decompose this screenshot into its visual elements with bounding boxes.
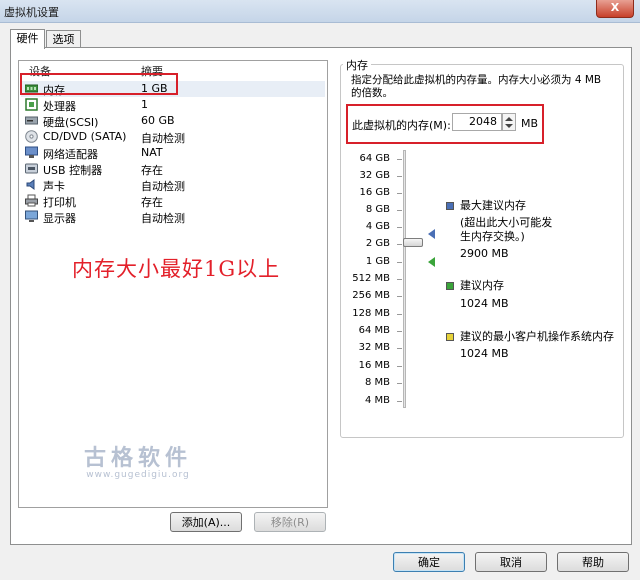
device-row-printer[interactable]: 打印机 存在 <box>21 193 325 209</box>
watermark-url: www.gugedigiu.org <box>86 470 190 480</box>
watermark: 古格软件 www.gugedigiu.org <box>83 440 193 480</box>
device-name: CD/DVD (SATA) <box>43 130 127 143</box>
memory-group-title: 内存 <box>343 57 371 73</box>
title-bar: 虚拟机设置 X <box>0 0 640 23</box>
ok-button[interactable]: 确定 <box>393 552 465 572</box>
remove-button[interactable]: 移除(R) <box>254 512 326 532</box>
max-recommended-legend-icon <box>446 202 454 210</box>
device-name: USB 控制器 <box>43 164 103 177</box>
display-icon <box>25 210 38 222</box>
window-title: 虚拟机设置 <box>4 6 59 19</box>
scale-label: 32 GB <box>359 170 390 181</box>
scale-tick <box>397 244 402 245</box>
printer-icon <box>25 194 38 207</box>
memory-input-highlight <box>346 104 544 144</box>
scale-tick <box>397 279 402 280</box>
help-button[interactable]: 帮助 <box>557 552 629 572</box>
device-name: 显示器 <box>43 212 76 225</box>
annotation-text: 内存大小最好1G以上 <box>72 257 281 281</box>
scale-tick <box>397 262 402 263</box>
scale-label: 32 MB <box>358 342 390 353</box>
recommended-legend-icon <box>446 282 454 290</box>
close-button[interactable]: X <box>596 0 634 18</box>
device-summary: 60 GB <box>141 114 175 127</box>
device-summary: 自动检测 <box>141 132 185 145</box>
scale-label: 16 MB <box>358 360 390 371</box>
scale-label: 1 GB <box>365 256 390 267</box>
max-recommended-marker-icon <box>428 229 435 239</box>
minimum-legend-icon <box>446 333 454 341</box>
scale-tick <box>397 296 402 297</box>
hard-disk-icon <box>25 116 38 125</box>
device-name: 打印机 <box>43 196 76 209</box>
scale-tick <box>397 314 402 315</box>
scale-label: 16 GB <box>359 187 390 198</box>
usb-icon <box>25 163 38 174</box>
recommended-value: 1024 MB <box>460 297 509 310</box>
tab-hardware[interactable]: 硬件 <box>10 29 45 49</box>
device-name: 声卡 <box>43 180 65 193</box>
device-summary: 自动检测 <box>141 180 185 193</box>
device-row-display[interactable]: 显示器 自动检测 <box>21 209 325 225</box>
scale-label: 256 MB <box>352 290 390 301</box>
scale-label: 512 MB <box>352 273 390 284</box>
recommended-marker-icon <box>428 257 435 267</box>
scale-label: 8 MB <box>364 377 390 388</box>
scale-tick <box>397 176 402 177</box>
minimum-value: 1024 MB <box>460 347 509 360</box>
memory-slider-thumb[interactable] <box>403 238 423 247</box>
device-row-processor[interactable]: 处理器 1 <box>21 97 325 113</box>
device-name: 网络适配器 <box>43 148 98 161</box>
device-summary: 存在 <box>141 196 163 209</box>
scale-tick <box>397 366 402 367</box>
add-button[interactable]: 添加(A)... <box>170 512 242 532</box>
device-name: 硬盘(SCSI) <box>43 116 99 129</box>
scale-tick <box>397 383 402 384</box>
memory-slider-track[interactable] <box>403 150 406 408</box>
device-summary: 存在 <box>141 164 163 177</box>
max-recommended-value: 2900 MB <box>460 247 509 260</box>
scale-tick <box>397 159 402 160</box>
device-row-hard-disk[interactable]: 硬盘(SCSI) 60 GB <box>21 113 325 129</box>
device-summary: NAT <box>141 146 163 159</box>
device-row-network-adapter[interactable]: 网络适配器 NAT <box>21 145 325 161</box>
scale-tick <box>397 210 402 211</box>
scale-label: 64 GB <box>359 153 390 164</box>
processor-icon <box>25 98 38 111</box>
scale-tick <box>397 193 402 194</box>
scale-label: 4 GB <box>365 221 390 232</box>
sound-card-icon <box>26 179 35 190</box>
device-row-usb[interactable]: USB 控制器 存在 <box>21 161 325 177</box>
max-recommended-note: (超出此大小可能发生内存交换。) <box>460 216 553 243</box>
max-recommended-title: 最大建议内存 <box>460 199 526 212</box>
network-adapter-icon <box>25 146 38 158</box>
scale-label: 4 MB <box>364 395 390 406</box>
scale-tick <box>397 331 402 332</box>
device-name: 处理器 <box>43 100 76 113</box>
device-summary: 自动检测 <box>141 212 185 225</box>
scale-label: 2 GB <box>365 238 390 249</box>
scale-label: 64 MB <box>358 325 390 336</box>
scale-tick <box>397 348 402 349</box>
watermark-text: 古格软件 <box>83 445 192 471</box>
device-row-cd-dvd[interactable]: CD/DVD (SATA) 自动检测 <box>21 129 325 145</box>
cd-dvd-icon <box>25 130 38 143</box>
recommended-title: 建议内存 <box>460 279 504 292</box>
scale-tick <box>397 401 402 402</box>
device-summary: 1 <box>141 98 148 111</box>
scale-label: 8 GB <box>365 204 390 215</box>
minimum-title: 建议的最小客户机操作系统内存 <box>460 330 614 343</box>
scale-label: 128 MB <box>352 308 390 319</box>
memory-description: 指定分配给此虚拟机的内存量。内存大小必须为 4 MB 的倍数。 <box>351 74 602 99</box>
device-row-sound-card[interactable]: 声卡 自动检测 <box>21 177 325 193</box>
cancel-button[interactable]: 取消 <box>475 552 547 572</box>
scale-tick <box>397 227 402 228</box>
memory-row-highlight <box>20 73 178 95</box>
tab-options[interactable]: 选项 <box>46 30 81 48</box>
